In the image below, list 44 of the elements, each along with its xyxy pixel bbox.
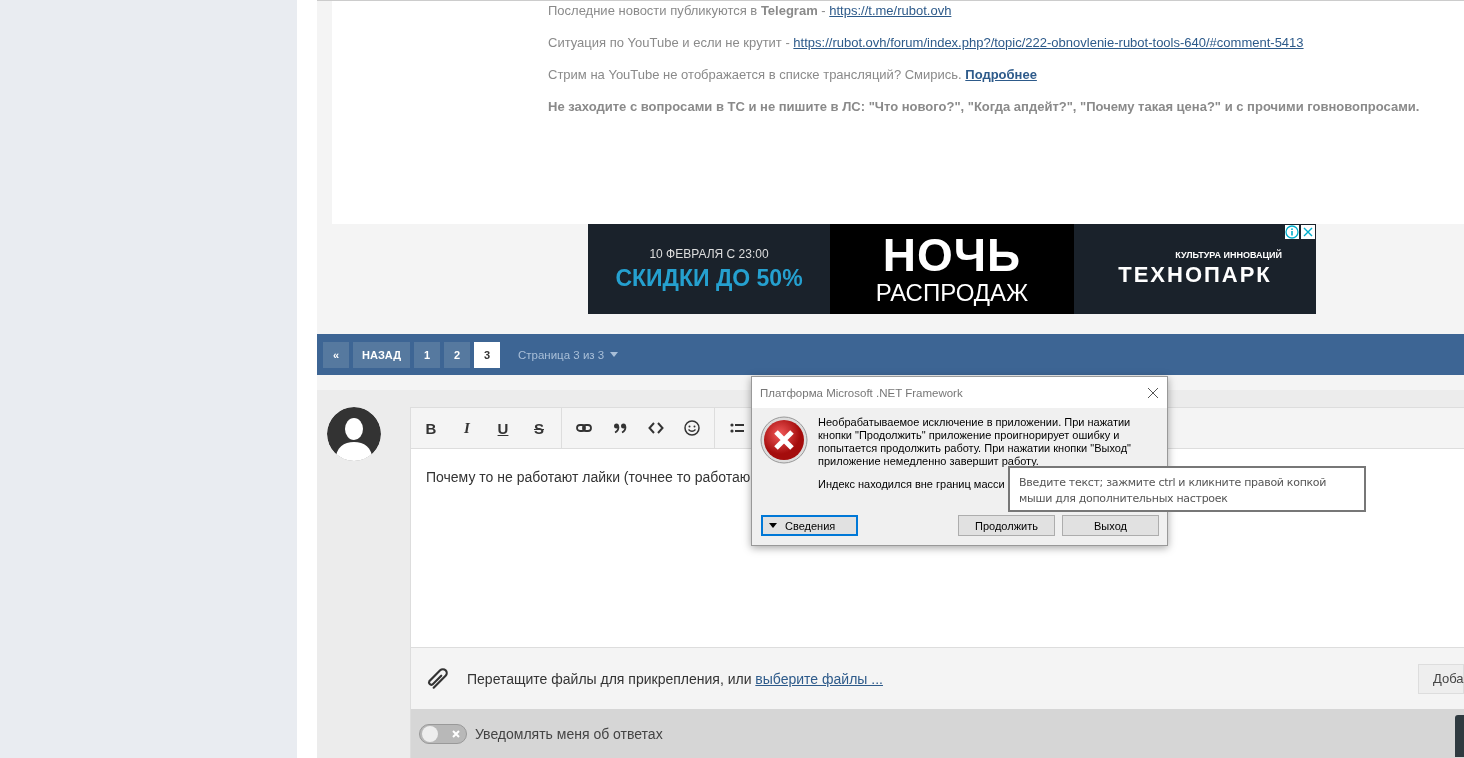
paperclip-icon[interactable] — [425, 665, 451, 692]
post-paragraph: Ситуация по YouTube и если не крутит - https://rubot.ovh/forum/index.php?/topic/222-obnovlenie-rubot-tools-640/#comment-5413 — [548, 34, 1305, 52]
ad-brand: ТЕХНОПАРК — [1118, 262, 1272, 288]
page-button[interactable]: 1 — [413, 341, 440, 368]
close-icon[interactable] — [1147, 386, 1159, 399]
notify-label: Уведомлять меня об ответах — [475, 725, 663, 742]
notice-text: Не заходите с вопросами в ТС и не пишите в ЛС: "Что нового?", "Когда апдейт?", "Почему такая цена?" и с прочими говновопросами. — [548, 98, 1421, 116]
underline-button[interactable]: U — [485, 418, 521, 438]
add-button[interactable]: Доба — [1418, 663, 1464, 694]
avatar-icon — [326, 407, 381, 461]
attach-hint: Перетащите файлы для прикрепления, или выберите файлы ... — [467, 670, 884, 687]
page-button[interactable]: 2 — [443, 341, 470, 368]
post-paragraph: Последние новости публикуются в Telegram - https://t.me/rubot.ovh — [548, 2, 953, 20]
tooltip: Введите текст; зажмите ctrl и кликните правой копкой мыши для дополнительных настроек — [1008, 466, 1366, 512]
dialog-button[interactable]: Выход — [1062, 515, 1159, 536]
caret-icon — [769, 523, 777, 528]
ad-title: НОЧЬ — [882, 231, 1022, 279]
back-button[interactable]: НАЗАД — [353, 341, 410, 368]
choose-files-link[interactable]: выберите файлы ... — [755, 670, 883, 687]
notify-toggle[interactable] — [419, 723, 467, 744]
post-link[interactable]: https://t.me/rubot.ovh — [829, 3, 952, 18]
first-page-button[interactable]: « — [323, 341, 349, 368]
strikethrough-button[interactable]: S — [521, 418, 557, 438]
dialog-button[interactable]: Продолжить — [958, 515, 1055, 536]
italic-button[interactable]: I — [449, 418, 485, 438]
bold-button[interactable]: B — [413, 418, 449, 438]
details-button[interactable]: Сведения — [761, 515, 858, 536]
caret-icon[interactable] — [610, 352, 619, 357]
ad-offer: СКИДКИ ДО 50% — [615, 264, 803, 292]
close-icon — [452, 729, 460, 738]
page-button[interactable]: 3 — [473, 341, 500, 368]
smiley-icon[interactable] — [684, 420, 700, 436]
ad-date: 10 ФЕВРАЛЯ С 23:00 — [649, 246, 769, 261]
ad-subtitle: РАСПРОДАЖ — [875, 279, 1029, 307]
dialog-title: Платформа Microsoft .NET Framework — [760, 386, 963, 399]
ad-banner[interactable]: 10 ФЕВРАЛЯ С 23:00 СКИДКИ ДО 50% НОЧЬ РАСПРОДАЖ КУЛЬТУРА ИННОВАЦИЙ ТЕХНОПАРК — [588, 224, 1316, 314]
code-icon[interactable] — [648, 420, 664, 436]
post-link[interactable]: Подробнее — [965, 67, 1037, 82]
post-paragraph: Стрим на YouTube не отображается в списке трансляций? Смирись. Подробнее — [548, 66, 1038, 84]
post-link[interactable]: https://rubot.ovh/forum/index.php?/topic/222-obnovlenie-rubot-tools-640/#comment-5413 — [793, 35, 1304, 50]
error-detail: Индекс находился вне границ масси — [818, 478, 1005, 491]
error-icon — [760, 416, 808, 464]
info-icon[interactable] — [1285, 225, 1299, 239]
ad-tagline: КУЛЬТУРА ИННОВАЦИЙ — [1175, 250, 1282, 260]
